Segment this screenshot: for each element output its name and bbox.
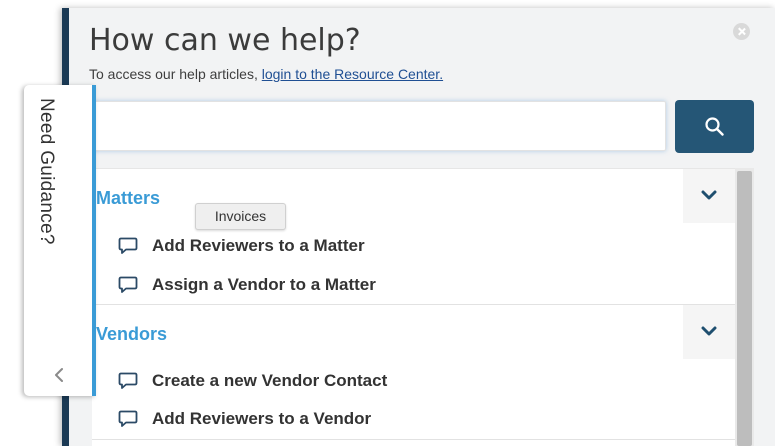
list-item[interactable]: Add Reviewers to a Matter [118,231,678,261]
help-article-list: Matters Add Reviewers to a Matter Assign… [92,168,735,446]
section-divider [92,439,735,440]
section-toggle[interactable] [683,305,735,359]
speech-bubble-icon [118,237,138,254]
resource-center-login-link[interactable]: login to the Resource Center. [262,66,443,82]
scrollbar-thumb[interactable] [737,171,752,446]
list-item[interactable]: Assign a Vendor to a Matter [118,270,678,300]
chevron-left-icon[interactable] [54,367,64,383]
chevron-down-icon [701,326,717,336]
search-icon [705,117,724,136]
article-label: Add Reviewers to a Vendor [152,409,372,428]
section-matters[interactable]: Matters [92,169,735,223]
speech-bubble-icon [118,276,138,293]
page-title: How can we help? [89,23,361,58]
close-icon[interactable] [733,23,750,40]
speech-bubble-icon [118,410,138,427]
subtitle-text: To access our help articles, [89,66,262,82]
article-label: Add Reviewers to a Matter [152,236,365,255]
chevron-down-icon [701,190,717,200]
list-item[interactable]: Create a new Vendor Contact [118,366,678,396]
tooltip: Invoices [195,203,286,230]
list-item[interactable]: Add Reviewers to a Vendor [118,404,678,434]
help-subtitle: To access our help articles, login to th… [89,66,443,82]
need-guidance-label: Need Guidance? [36,98,57,245]
section-toggle[interactable] [683,169,735,223]
search-input[interactable] [92,101,666,151]
section-title: Matters [96,188,161,208]
search-button[interactable] [675,100,754,153]
speech-bubble-icon [118,372,138,389]
article-label: Create a new Vendor Contact [152,371,388,390]
need-guidance-tab[interactable]: Need Guidance? [24,85,96,396]
section-title: Vendors [96,324,168,344]
section-vendors[interactable]: Vendors [92,305,735,359]
article-label: Assign a Vendor to a Matter [152,275,376,294]
